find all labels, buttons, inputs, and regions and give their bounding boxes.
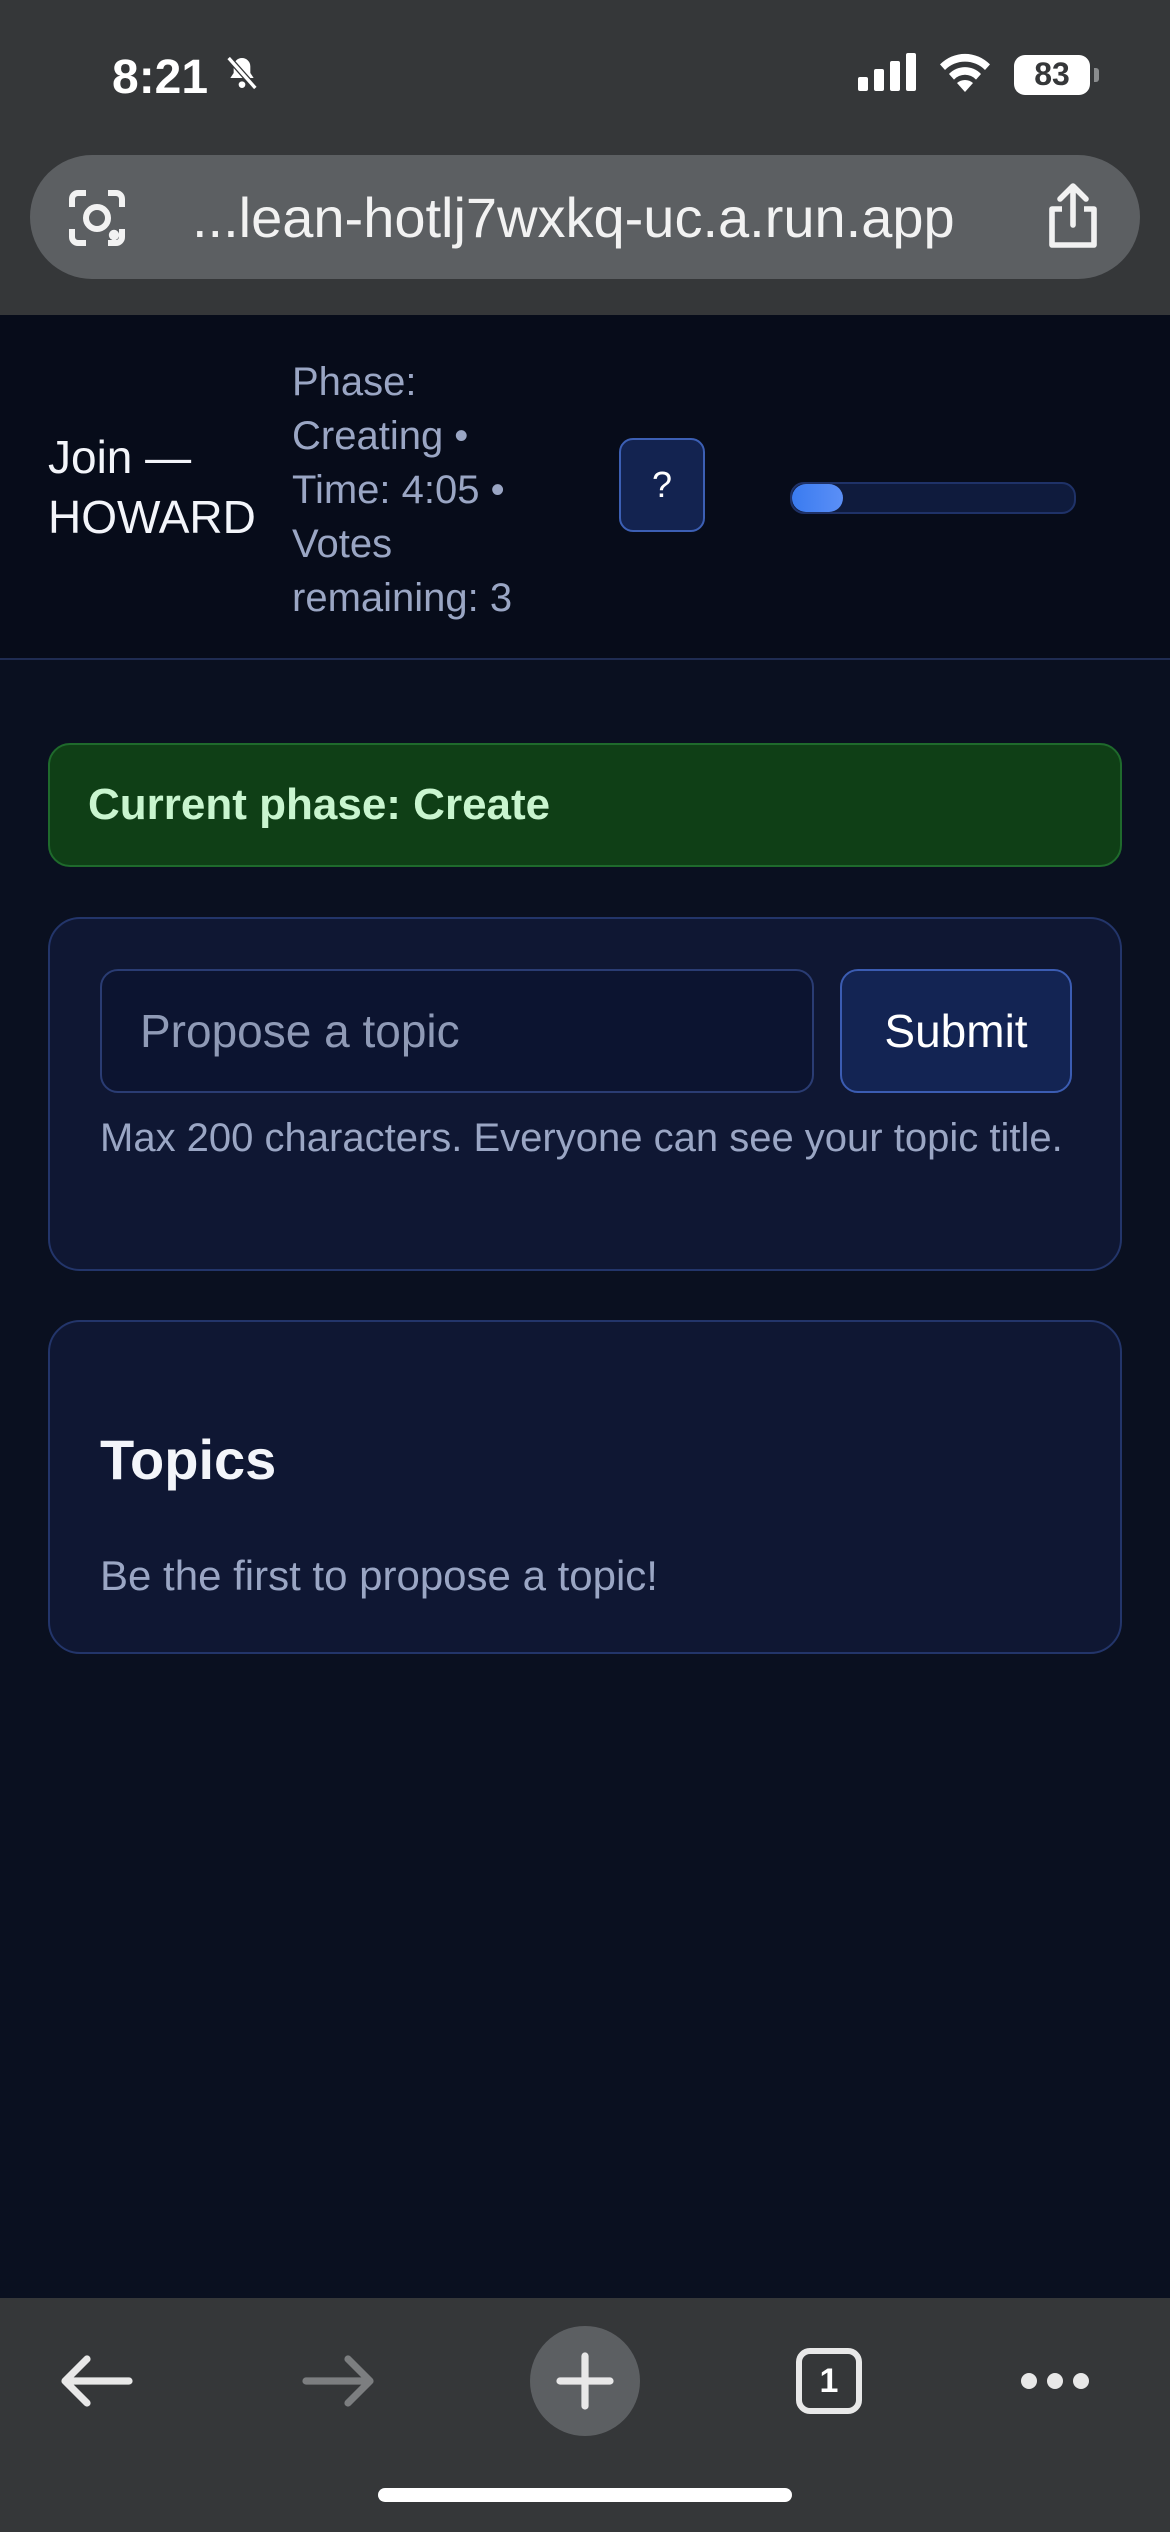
status-icons: 83 <box>858 52 1099 97</box>
topic-input[interactable] <box>100 969 814 1093</box>
votes-status: Votes remaining: 3 <box>292 522 513 620</box>
phase-progress-fill <box>792 484 843 512</box>
help-button[interactable]: ? <box>619 438 705 532</box>
app-header: Join — HOWARD Phase: Creating • Time: 4:… <box>0 315 1170 660</box>
tabs-button[interactable]: 1 <box>774 2326 884 2436</box>
topics-heading: Topics <box>100 1428 277 1491</box>
share-icon[interactable] <box>1042 183 1104 249</box>
signal-icon <box>858 53 916 96</box>
battery-icon: 83 <box>1014 54 1099 95</box>
session-status: Phase: Creating • Time: 4:05 • Votes rem… <box>292 355 562 625</box>
join-title: Join — HOWARD <box>48 431 256 543</box>
new-tab-button[interactable] <box>530 2326 640 2436</box>
bell-slash-icon <box>222 50 262 105</box>
topic-hint: Max 200 characters. Everyone can see you… <box>100 1116 1063 1160</box>
lens-icon[interactable] <box>66 187 128 249</box>
current-phase-banner: Current phase: Create <box>48 743 1122 867</box>
more-icon[interactable] <box>1000 2326 1110 2436</box>
forward-arrow-icon[interactable] <box>285 2326 395 2436</box>
plus-icon <box>556 2352 614 2410</box>
status-time: 8:21 <box>112 50 262 105</box>
url-bar[interactable]: ...lean-hotlj7wxkq-uc.a.run.app <box>30 155 1140 279</box>
topics-card: Topics Be the first to propose a topic! <box>48 1320 1122 1654</box>
wifi-icon <box>938 52 992 97</box>
home-indicator <box>378 2488 792 2502</box>
phase-status: Phase: Creating • <box>292 360 469 458</box>
topics-empty-message: Be the first to propose a topic! <box>100 1552 658 1599</box>
submit-button[interactable]: Submit <box>840 969 1072 1093</box>
phase-progress-bar <box>790 482 1076 514</box>
back-arrow-icon[interactable] <box>40 2326 150 2436</box>
url-text[interactable]: ...lean-hotlj7wxkq-uc.a.run.app <box>192 185 955 250</box>
propose-topic-card: Submit Max 200 characters. Everyone can … <box>48 917 1122 1271</box>
status-time-text: 8:21 <box>112 51 209 104</box>
tabs-icon: 1 <box>796 2348 862 2414</box>
time-status: Time: 4:05 • <box>292 468 505 512</box>
browser-top-chrome: 8:21 83 ...lean-hotlj7wxkq-uc.a.run.app <box>0 0 1170 315</box>
